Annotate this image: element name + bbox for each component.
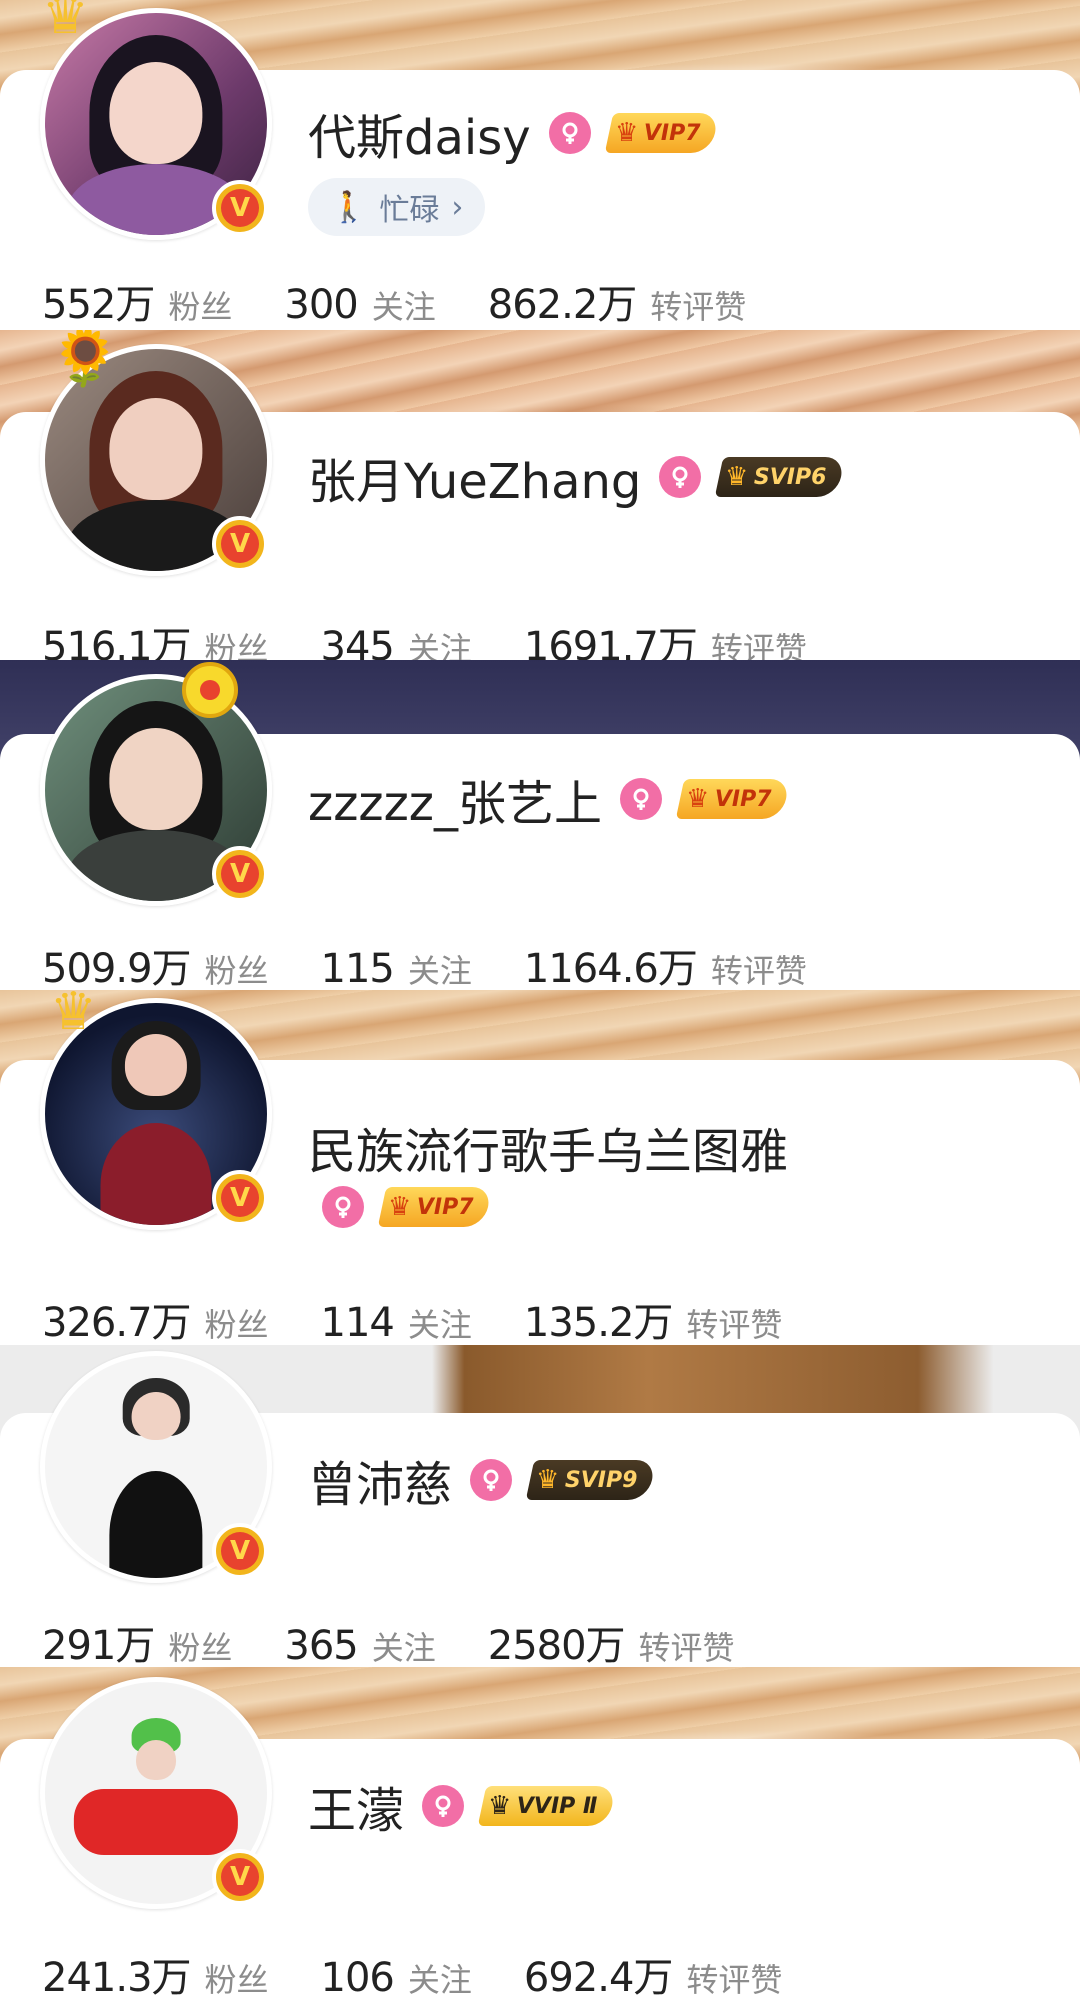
profile-card-3[interactable]: V zzzzz_张艺上 ♛ VIP7 509.9万 粉丝 115 关注 1164.6…	[0, 660, 1080, 990]
follow-stat[interactable]: 114 关注	[321, 1300, 472, 1345]
profile-name[interactable]: zzzzz_张艺上	[308, 764, 602, 834]
follow-stat[interactable]: 300 关注	[284, 282, 435, 328]
profile-card-1[interactable]: V ♛ 代斯daisy ♛ VIP7 🚶 忙碌 › 552万 粉丝 300 关注 8…	[0, 0, 1080, 330]
verified-icon: V	[212, 1523, 268, 1579]
engage-stat[interactable]: 2580万 转评赞	[488, 1613, 735, 1667]
avatar-wrap[interactable]: V	[40, 1677, 272, 1909]
profile-name[interactable]: 张月YueZhang	[308, 442, 641, 512]
follow-stat[interactable]: 106 关注	[321, 1955, 472, 1999]
follow-stat[interactable]: 345 关注	[321, 624, 472, 660]
female-icon	[422, 1785, 465, 1827]
engage-stat[interactable]: 1691.7万 转评赞	[524, 614, 807, 660]
crown-icon: ♛	[42, 0, 89, 46]
vip-crown-icon: ♛	[536, 1465, 560, 1495]
status-pill[interactable]: 🚶 忙碌 ›	[308, 178, 486, 236]
vip-crown-icon: ♛	[388, 1192, 412, 1222]
verified-icon: V	[212, 846, 268, 902]
vip-badge[interactable]: ♛ VIP7	[604, 113, 719, 153]
vip-crown-icon: ♛	[614, 118, 638, 148]
vip-badge[interactable]: ♛ SVIP9	[525, 1460, 657, 1500]
fans-stat[interactable]: 516.1万 粉丝	[42, 614, 269, 660]
walking-icon: 🚶	[330, 189, 368, 225]
fans-stat[interactable]: 509.9万 粉丝	[42, 936, 269, 990]
verified-icon: V	[212, 516, 268, 572]
female-icon	[548, 112, 591, 154]
fans-stat[interactable]: 241.3万 粉丝	[42, 1945, 269, 1999]
vip-crown-icon: ♛	[725, 462, 749, 492]
yellow-robot-icon	[182, 662, 238, 718]
female-icon	[659, 456, 702, 498]
fans-stat[interactable]: 552万 粉丝	[42, 272, 232, 330]
engage-stat[interactable]: 862.2万 转评赞	[488, 272, 747, 330]
engage-stat[interactable]: 1164.6万 转评赞	[524, 936, 807, 990]
status-text: 忙碌	[379, 193, 440, 228]
vip-badge[interactable]: ♛ VIP7	[377, 1187, 493, 1227]
chevron-right-icon: ›	[451, 189, 464, 225]
crown-icon: ♛	[50, 990, 97, 1042]
avatar-wrap[interactable]: V	[40, 1351, 272, 1583]
follow-stat[interactable]: 365 关注	[284, 1623, 435, 1667]
vip-badge[interactable]: ♛ VVIP Ⅱ	[477, 1786, 617, 1826]
verified-icon: V	[212, 1849, 268, 1905]
engage-stat[interactable]: 692.4万 转评赞	[524, 1945, 783, 1999]
female-icon	[322, 1186, 364, 1228]
fans-stat[interactable]: 326.7万 粉丝	[42, 1290, 269, 1345]
vip-crown-icon: ♛	[685, 784, 710, 814]
engage-stat[interactable]: 135.2万 转评赞	[524, 1290, 783, 1345]
fans-stat[interactable]: 291万 粉丝	[42, 1613, 232, 1667]
profile-name[interactable]: 代斯daisy	[308, 98, 531, 168]
profile-name[interactable]: 民族流行歌手乌兰图雅	[308, 1112, 788, 1182]
profile-card-5[interactable]: V 曾沛慈 ♛ SVIP9 291万 粉丝 365 关注 2580万 转评赞	[0, 1345, 1080, 1667]
vip-badge[interactable]: ♛ VIP7	[675, 779, 791, 819]
vip-badge[interactable]: ♛ SVIP6	[715, 457, 846, 497]
avatar-wrap[interactable]: V	[40, 674, 272, 906]
verified-icon: V	[212, 1170, 268, 1226]
vip-crown-icon: ♛	[488, 1791, 512, 1821]
follow-stat[interactable]: 115 关注	[321, 946, 472, 990]
verified-icon: V	[212, 180, 268, 236]
profile-card-2[interactable]: V 🌻 张月YueZhang ♛ SVIP6 516.1万 粉丝 345 关注 16…	[0, 330, 1080, 660]
female-icon	[470, 1459, 513, 1501]
profile-name[interactable]: 曾沛慈	[308, 1445, 452, 1515]
sunflower-icon: 🌻	[50, 330, 120, 390]
female-icon	[619, 778, 662, 820]
profile-card-6[interactable]: V 王濛 ♛ VVIP Ⅱ 241.3万 粉丝 106 关注 692.4万 转评赞	[0, 1667, 1080, 1999]
profile-name[interactable]: 王濛	[308, 1771, 404, 1841]
profile-card-4[interactable]: V ♛ 民族流行歌手乌兰图雅 ♛ VIP7 326.7万 粉丝 114 关注 135…	[0, 990, 1080, 1345]
